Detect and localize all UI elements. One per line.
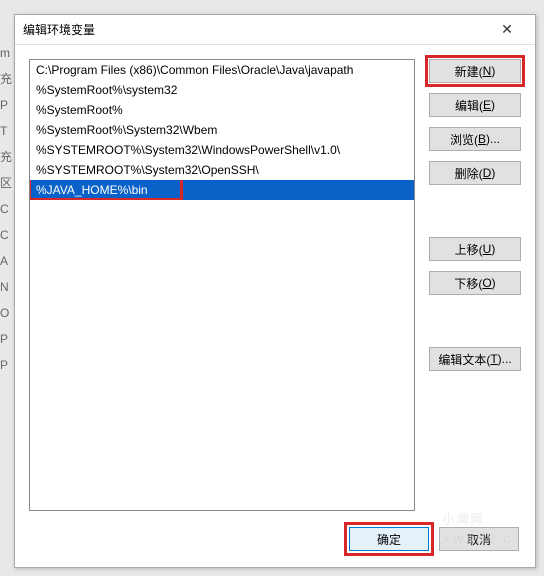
edit-button[interactable]: 编辑(E) <box>429 93 521 117</box>
path-entry[interactable]: %SystemRoot% <box>30 100 414 120</box>
new-button[interactable]: 新建(N) <box>429 59 521 83</box>
path-entry[interactable]: %SYSTEMROOT%\System32\WindowsPowerShell\… <box>30 140 414 160</box>
move-up-button[interactable]: 上移(U) <box>429 237 521 261</box>
cancel-button[interactable]: 取消 <box>439 527 519 551</box>
close-icon[interactable]: ✕ <box>487 16 527 44</box>
path-entry[interactable]: %SystemRoot%\System32\Wbem <box>30 120 414 140</box>
dialog-title: 编辑环境变量 <box>23 21 487 38</box>
ok-button[interactable]: 确定 <box>349 527 429 551</box>
button-column: 新建(N) 编辑(E) 浏览(B)... 删除(D) 上移(U) 下移(O) 编… <box>429 59 521 511</box>
path-entry[interactable]: %JAVA_HOME%\bin <box>30 180 414 200</box>
path-entry[interactable]: C:\Program Files (x86)\Common Files\Orac… <box>30 60 414 80</box>
titlebar: 编辑环境变量 ✕ <box>15 15 535 45</box>
move-down-button[interactable]: 下移(O) <box>429 271 521 295</box>
delete-button[interactable]: 删除(D) <box>429 161 521 185</box>
path-entry[interactable]: %SystemRoot%\system32 <box>30 80 414 100</box>
path-entry[interactable]: %SYSTEMROOT%\System32\OpenSSH\ <box>30 160 414 180</box>
edit-text-button[interactable]: 编辑文本(T)... <box>429 347 521 371</box>
browse-button[interactable]: 浏览(B)... <box>429 127 521 151</box>
dialog-footer: 确定 取消 <box>15 511 535 567</box>
path-listbox[interactable]: C:\Program Files (x86)\Common Files\Orac… <box>29 59 415 511</box>
edit-env-var-dialog: 编辑环境变量 ✕ C:\Program Files (x86)\Common F… <box>14 14 536 568</box>
